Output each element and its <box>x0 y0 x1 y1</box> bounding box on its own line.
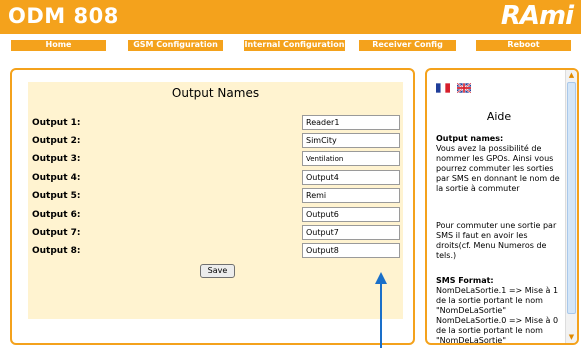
output-row-4: Output 4: <box>28 170 403 186</box>
help-content: Aide Output names: Vous avez la possibil… <box>434 70 564 343</box>
output-6-input[interactable] <box>302 207 400 222</box>
output-label-2: Output 2: <box>32 136 81 146</box>
form-title: Output Names <box>171 86 260 100</box>
output-row-6: Output 6: <box>28 207 403 223</box>
output-row-2: Output 2: <box>28 133 403 149</box>
output-row-3: Output 3: <box>28 151 403 167</box>
help-text-rights: Pour commuter une sortie par SMS il faut… <box>436 221 557 260</box>
main-nav: Home GSM Configuration Internal Configur… <box>0 40 581 51</box>
output-8-input[interactable] <box>302 243 400 258</box>
output-2-input[interactable] <box>302 133 400 148</box>
french-flag-icon[interactable] <box>436 83 450 93</box>
help-text-sms-format: NomDeLaSortie.1 => Mise à 1 de la sortie… <box>436 286 559 343</box>
annotation-arrow-icon <box>375 272 387 348</box>
output-label-6: Output 6: <box>32 210 81 220</box>
output-row-8: Output 8: <box>28 243 403 259</box>
help-section-output-names: Output names: Vous avez la possibilité d… <box>436 134 564 194</box>
output-4-input[interactable] <box>302 170 400 185</box>
output-3-input[interactable] <box>302 151 400 166</box>
help-text-output-names: Vous avez la possibilité de nommer les G… <box>436 144 560 193</box>
brand-logo: RAmi <box>500 1 574 31</box>
main-panel: Output Names Output 1: Output 2: Output … <box>10 68 415 345</box>
scroll-thumb[interactable] <box>567 82 576 314</box>
scroll-up-icon[interactable]: ▲ <box>566 70 577 81</box>
output-label-1: Output 1: <box>32 118 81 128</box>
output-label-5: Output 5: <box>32 191 81 201</box>
help-scrollbar[interactable]: ▲ ▼ <box>565 70 577 343</box>
help-section-sms-format: SMS Format: NomDeLaSortie.1 => Mise à 1 … <box>436 276 564 343</box>
output-row-7: Output 7: <box>28 225 403 241</box>
help-panel: Aide Output names: Vous avez la possibil… <box>425 68 579 345</box>
output-1-input[interactable] <box>302 115 400 130</box>
nav-internal-configuration[interactable]: Internal Configuration <box>244 40 345 51</box>
help-heading-output-names: Output names: <box>436 134 504 143</box>
help-heading-sms-format: SMS Format: <box>436 276 494 285</box>
output-row-5: Output 5: <box>28 188 403 204</box>
output-5-input[interactable] <box>302 188 400 203</box>
output-row-1: Output 1: <box>28 115 403 131</box>
product-name: ODM 808 <box>8 4 119 28</box>
help-title: Aide <box>486 110 512 123</box>
nav-home[interactable]: Home <box>11 40 106 51</box>
save-button[interactable]: Save <box>200 264 235 278</box>
uk-flag-icon[interactable] <box>457 83 471 93</box>
help-section-rights: Pour commuter une sortie par SMS il faut… <box>436 221 564 261</box>
output-7-input[interactable] <box>302 225 400 240</box>
output-names-form: Output Names Output 1: Output 2: Output … <box>28 82 403 319</box>
output-label-8: Output 8: <box>32 246 81 256</box>
nav-gsm-configuration[interactable]: GSM Configuration <box>128 40 223 51</box>
nav-reboot[interactable]: Reboot <box>476 40 571 51</box>
output-label-7: Output 7: <box>32 228 81 238</box>
output-label-3: Output 3: <box>32 154 81 164</box>
nav-receiver-config[interactable]: Receiver Config <box>359 40 456 51</box>
scroll-down-icon[interactable]: ▼ <box>566 332 577 343</box>
output-label-4: Output 4: <box>32 173 81 183</box>
header-bar: ODM 808 RAmi <box>0 0 581 34</box>
